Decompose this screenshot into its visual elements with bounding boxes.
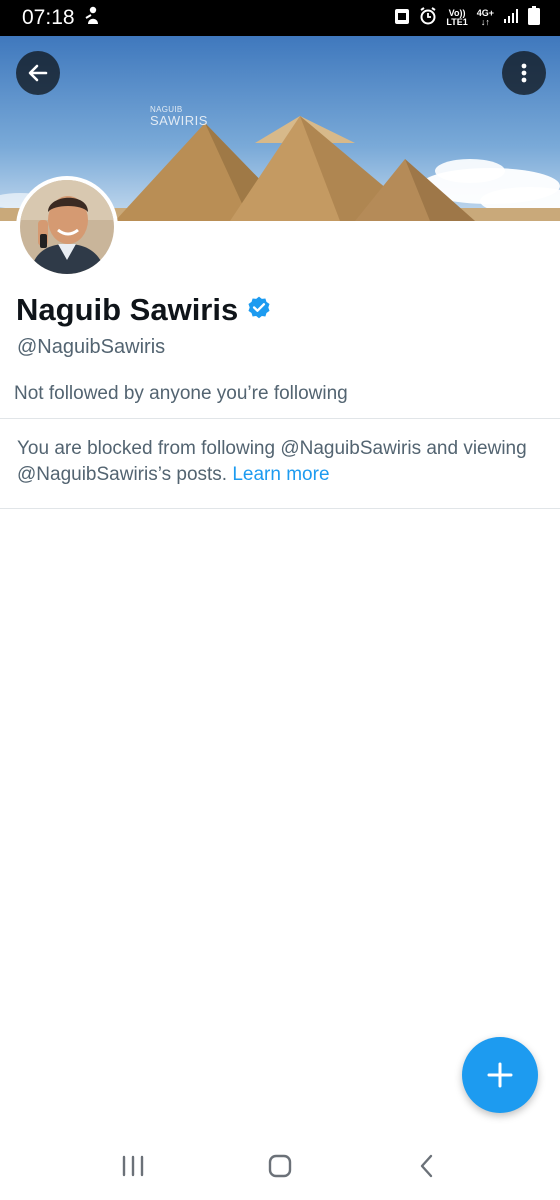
more-vertical-icon <box>521 63 527 83</box>
divider <box>0 418 560 419</box>
banner-logo: NAGUIB SAWIRIS <box>150 105 208 128</box>
home-button[interactable] <box>250 1136 310 1196</box>
sync-icon <box>394 7 410 30</box>
more-options-button[interactable] <box>502 51 546 95</box>
home-icon <box>268 1154 292 1178</box>
compose-button[interactable] <box>462 1037 538 1113</box>
recent-apps-button[interactable] <box>103 1136 163 1196</box>
system-navigation-bar <box>0 1132 560 1200</box>
battery-icon <box>528 6 540 30</box>
learn-more-link[interactable]: Learn more <box>232 464 329 485</box>
avatar-image <box>20 180 114 274</box>
blocked-notice: You are blocked from following @NaguibSa… <box>17 436 547 488</box>
alarm-icon <box>419 6 437 30</box>
network-label: Vo)) LTE1 <box>446 8 468 27</box>
followers-you-know: Not followed by anyone you’re following <box>14 383 348 404</box>
back-button[interactable] <box>16 51 60 95</box>
verified-badge-icon[interactable] <box>246 295 272 326</box>
handle: @NaguibSawiris <box>17 336 166 358</box>
notification-icon <box>85 5 101 31</box>
system-back-button[interactable] <box>397 1136 457 1196</box>
status-right: Vo)) LTE1 4G+ ↓↑ <box>394 6 540 30</box>
avatar[interactable] <box>16 176 118 278</box>
clock: 07:18 <box>22 6 75 29</box>
recent-apps-icon <box>123 1155 144 1177</box>
chevron-left-icon <box>420 1154 432 1178</box>
status-left: 07:18 <box>22 5 101 31</box>
status-bar: 07:18 Vo)) LTE1 4G+ ↓↑ <box>0 0 560 36</box>
display-name: Naguib Sawiris <box>16 292 239 327</box>
signal-type: 4G+ ↓↑ <box>476 8 494 27</box>
display-name-row: Naguib Sawiris <box>16 292 272 328</box>
divider <box>0 508 560 509</box>
arrow-left-icon <box>28 64 48 82</box>
plus-icon <box>487 1062 513 1088</box>
signal-icon <box>503 8 519 29</box>
